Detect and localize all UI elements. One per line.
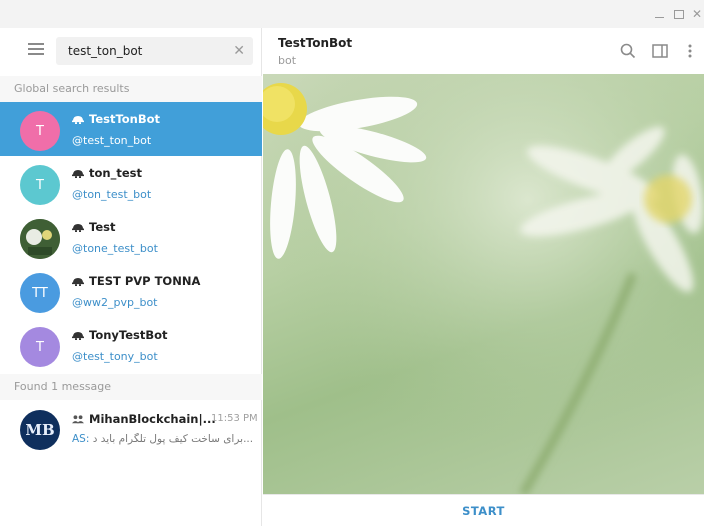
search-result[interactable]: T TonyTestBot @test_tony_bot (0, 318, 262, 372)
avatar: T (20, 327, 60, 367)
bot-icon (72, 170, 84, 178)
message-sender: AS: (72, 433, 90, 445)
menu-icon[interactable] (28, 43, 44, 55)
chat-background (263, 74, 704, 494)
result-handle: @test_ton_bot (72, 134, 152, 147)
avatar: MB (20, 410, 60, 450)
result-handle: @ww2_pvp_bot (72, 296, 158, 309)
search-box: ✕ (56, 37, 253, 65)
search-input[interactable] (68, 41, 218, 61)
search-row: ✕ (0, 28, 262, 74)
clear-search-icon[interactable]: ✕ (233, 43, 245, 59)
message-chat-name: MihanBlockchain|... (89, 412, 216, 426)
bot-icon (72, 332, 84, 340)
search-result[interactable]: T TestTonBot @test_ton_bot (0, 102, 262, 156)
result-handle: @ton_test_bot (72, 188, 152, 201)
message-result[interactable]: MB MihanBlockchain|... 11:53 PM AS: برای… (0, 400, 262, 458)
global-search-header: Global search results (0, 76, 262, 102)
avatar: TT (20, 273, 60, 313)
chat-subtitle: bot (278, 54, 297, 67)
sidebar: ✕ Global search results T TestTonBot @test… (0, 28, 262, 526)
result-name: TonyTestBot (89, 328, 168, 342)
chat-footer: START (263, 494, 704, 526)
window-titlebar: ✕ (0, 0, 704, 28)
daisy-wallpaper (263, 74, 704, 494)
minimize-icon[interactable] (650, 5, 668, 23)
result-handle: @tone_test_bot (72, 242, 158, 255)
chat-header: TestTonBot bot (263, 28, 704, 74)
profile-photo (20, 219, 60, 259)
avatar: T (20, 165, 60, 205)
chat-title[interactable]: TestTonBot (278, 36, 352, 50)
maximize-icon[interactable] (670, 5, 688, 23)
bot-icon (72, 224, 84, 232)
found-messages-header: Found 1 message (0, 374, 262, 400)
start-button[interactable]: START (263, 495, 704, 527)
result-name: TestTonBot (89, 112, 161, 126)
close-icon[interactable]: ✕ (688, 5, 704, 23)
message-time: 11:53 PM (211, 413, 258, 424)
search-result[interactable]: TT TEST PVP TONNA @ww2_pvp_bot (0, 264, 262, 318)
avatar (20, 219, 60, 259)
more-options-icon[interactable] (687, 42, 693, 60)
result-name: Test (89, 220, 116, 234)
search-icon[interactable] (619, 42, 637, 60)
bot-icon (72, 116, 84, 124)
bot-icon (72, 278, 84, 286)
result-handle: @test_tony_bot (72, 350, 158, 363)
search-result[interactable]: Tton_test @ton_test_bot (0, 156, 262, 210)
group-icon (72, 415, 84, 424)
search-result[interactable]: Test @tone_test_bot (0, 210, 262, 264)
avatar: T (20, 111, 60, 151)
result-name: ton_test (89, 166, 142, 180)
sidebar-panel-icon[interactable] (651, 42, 669, 60)
result-name: TEST PVP TONNA (89, 274, 201, 288)
message-preview: برای ساخت کیف پول تلگرام باید د... (92, 433, 254, 445)
